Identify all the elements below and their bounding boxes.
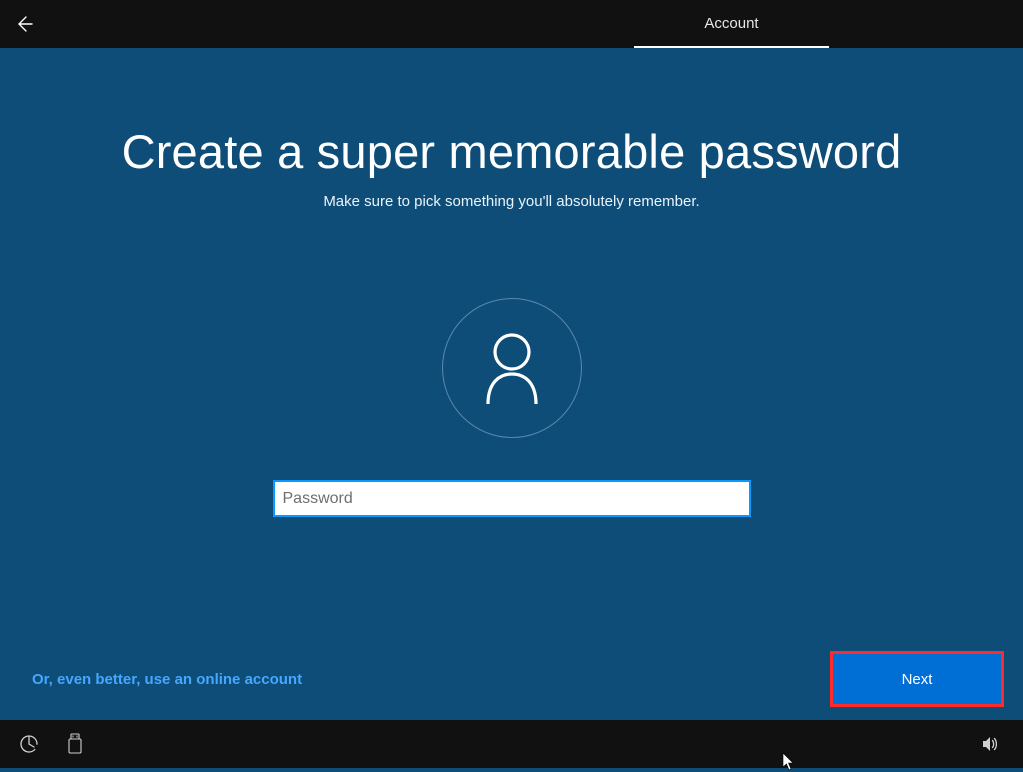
- taskbar: [0, 720, 1023, 768]
- use-online-account-link[interactable]: Or, even better, use an online account: [32, 671, 302, 688]
- cursor-icon: [782, 752, 796, 772]
- next-button[interactable]: Next: [833, 654, 1001, 704]
- ease-of-access-icon: [19, 734, 39, 754]
- arrow-left-icon: [14, 14, 34, 34]
- ease-of-access-button[interactable]: [10, 725, 48, 763]
- usb-device-icon: [66, 733, 84, 755]
- avatar-placeholder: [442, 298, 582, 438]
- page-subheading: Make sure to pick something you'll absol…: [0, 193, 1023, 210]
- page-heading: Create a super memorable password: [0, 124, 1023, 179]
- volume-icon: [980, 734, 1000, 754]
- back-button[interactable]: [0, 0, 48, 48]
- password-input[interactable]: [273, 480, 751, 517]
- main-content: Create a super memorable password Make s…: [0, 48, 1023, 720]
- person-outline-icon: [482, 332, 542, 404]
- utility-button[interactable]: [56, 725, 94, 763]
- volume-button[interactable]: [971, 725, 1009, 763]
- tab-account[interactable]: Account: [634, 0, 829, 48]
- title-bar: Account: [0, 0, 1023, 48]
